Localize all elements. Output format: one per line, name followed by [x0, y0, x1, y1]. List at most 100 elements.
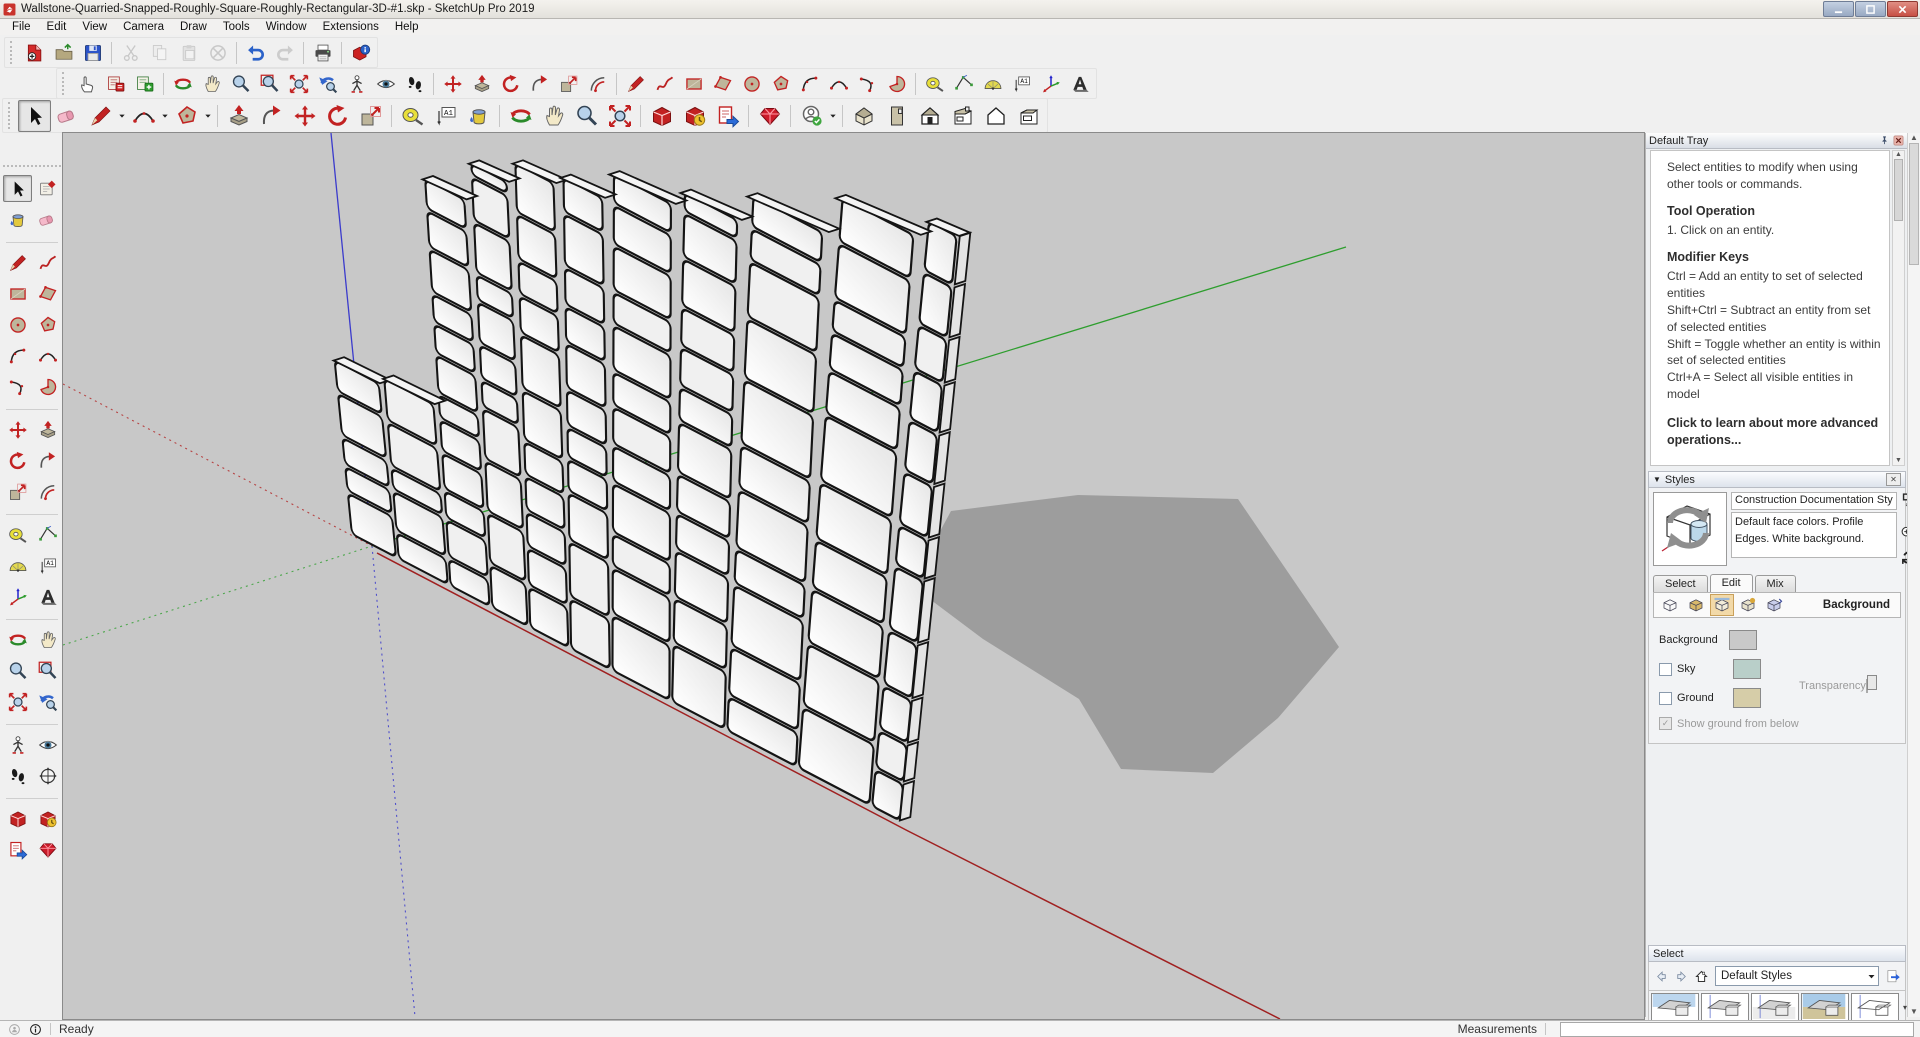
modeling-settings-button[interactable] [1762, 594, 1786, 616]
orbit-tool-button[interactable] [168, 70, 197, 97]
follow-me-tool-button[interactable] [255, 100, 288, 132]
axes-tool-button[interactable] [3, 583, 32, 610]
new-tool-button[interactable] [20, 39, 49, 66]
eraser-tool-button[interactable] [51, 100, 84, 132]
zoom-window-tool-button[interactable] [33, 657, 62, 684]
2-point-arc-dropdown-arrow[interactable] [160, 112, 170, 120]
close-button[interactable] [1887, 1, 1918, 17]
pie-tool-button[interactable] [33, 373, 62, 400]
position-camera-tool-button[interactable] [3, 731, 32, 758]
look-around-tool-button[interactable] [33, 731, 62, 758]
line-tool-button[interactable] [3, 249, 32, 276]
zoom-window-tool-button[interactable] [255, 70, 284, 97]
tab-select[interactable]: Select [1653, 575, 1708, 592]
protractor-tool-button[interactable] [978, 70, 1007, 97]
extension-warehouse-tool-button[interactable] [33, 836, 62, 863]
text-tool-button[interactable]: A1 [33, 552, 62, 579]
dimension-tool-button[interactable] [949, 70, 978, 97]
view-iso-tool-button[interactable] [847, 100, 880, 132]
show-ground-checkbox[interactable]: ✓ [1659, 717, 1672, 730]
forward-arrow-icon[interactable] [1671, 967, 1691, 985]
rectangle-tool-button[interactable] [679, 70, 708, 97]
shapes-dropdown-arrow[interactable] [203, 112, 213, 120]
circle-tool-button[interactable] [3, 311, 32, 338]
menu-tools[interactable]: Tools [215, 20, 258, 34]
sky-checkbox[interactable] [1659, 663, 1672, 676]
style-preview-thumbnail[interactable] [1653, 492, 1727, 566]
style-name-field[interactable]: Construction Documentation Sty [1731, 492, 1897, 510]
3d-text-tool-button[interactable] [1065, 70, 1094, 97]
select-tool-button[interactable] [3, 175, 32, 202]
share-model-tool-button[interactable] [678, 100, 711, 132]
style-thumbnail-2[interactable] [1701, 993, 1749, 1022]
background-color-swatch[interactable] [1729, 630, 1757, 650]
polygon-tool-button[interactable] [33, 311, 62, 338]
model-info-tool-button[interactable] [346, 39, 375, 66]
ground-color-swatch[interactable] [1733, 688, 1761, 708]
style-thumbnail-3[interactable] [1751, 993, 1799, 1022]
instructor-learn-more-link[interactable]: Click to learn about more advanced opera… [1667, 415, 1883, 450]
3-point-arc-tool-button[interactable] [853, 70, 882, 97]
sky-color-swatch[interactable] [1733, 659, 1761, 679]
zoom-tool-button[interactable] [226, 70, 255, 97]
share-component-tool-button[interactable] [3, 836, 32, 863]
follow-me-tool-button[interactable] [525, 70, 554, 97]
offset-tool-button[interactable] [33, 478, 62, 505]
erase-tool-button[interactable] [203, 39, 232, 66]
minimize-button[interactable] [1823, 1, 1854, 17]
back-arrow-icon[interactable] [1651, 967, 1671, 985]
protractor-tool-button[interactable] [3, 552, 32, 579]
style-thumbnail-5[interactable] [1851, 993, 1899, 1022]
walk-tool-button[interactable] [3, 762, 32, 789]
3d-warehouse-tool-button[interactable] [645, 100, 678, 132]
paste-tool-button[interactable] [174, 39, 203, 66]
cut-tool-button[interactable] [116, 39, 145, 66]
eraser-tool-button[interactable] [33, 206, 62, 233]
zoom-tool-button[interactable] [3, 657, 32, 684]
style-thumbnail-1[interactable] [1651, 993, 1699, 1022]
geolocation-status-icon[interactable] [8, 1023, 21, 1036]
2-point-arc-tool-button[interactable] [33, 342, 62, 369]
select-tool-button[interactable] [18, 100, 51, 132]
transparency-slider[interactable] [1866, 679, 1868, 693]
2-point-arc-tool-button[interactable] [127, 100, 160, 132]
scale-tool-button[interactable] [3, 478, 32, 505]
follow-me-tool-button[interactable] [33, 447, 62, 474]
push-pull-tool-button[interactable] [467, 70, 496, 97]
text-tool-button[interactable]: A1 [1007, 70, 1036, 97]
3-point-arc-tool-button[interactable] [3, 373, 32, 400]
transparency-slider-thumb[interactable] [1867, 675, 1877, 690]
rotated-rectangle-tool-button[interactable] [708, 70, 737, 97]
measurements-input[interactable] [1560, 1022, 1914, 1037]
save-tool-button[interactable] [78, 39, 107, 66]
tape-measure-tool-button[interactable] [3, 521, 32, 548]
ground-checkbox[interactable] [1659, 692, 1672, 705]
rotated-rectangle-tool-button[interactable] [33, 280, 62, 307]
details-icon[interactable] [1883, 967, 1903, 985]
home-icon[interactable] [1691, 967, 1711, 985]
extension-warehouse-tool-button[interactable] [753, 100, 786, 132]
toolbar-grab-handle[interactable] [62, 72, 69, 95]
maximize-button[interactable] [1855, 1, 1886, 17]
offset-tool-button[interactable] [583, 70, 612, 97]
freehand-tool-button[interactable] [33, 249, 62, 276]
pin-icon[interactable] [1879, 135, 1890, 146]
freehand-tool-button[interactable] [650, 70, 679, 97]
component-attributes-tool-button[interactable] [130, 70, 159, 97]
arc-tool-button[interactable] [795, 70, 824, 97]
tab-edit[interactable]: Edit [1710, 574, 1753, 592]
rotate-tool-button[interactable] [496, 70, 525, 97]
menu-file[interactable]: File [4, 20, 39, 34]
zoom-tool-button[interactable] [570, 100, 603, 132]
pie-tool-button[interactable] [882, 70, 911, 97]
line-tool-button[interactable] [84, 100, 117, 132]
text-tool-button[interactable]: A1 [429, 100, 462, 132]
menu-camera[interactable]: Camera [115, 20, 172, 34]
styles-collection-dropdown[interactable]: Default Styles [1715, 966, 1879, 986]
axes-tool-button[interactable] [1036, 70, 1065, 97]
walk-tool-button[interactable] [400, 70, 429, 97]
view-back-tool-button[interactable] [979, 100, 1012, 132]
tray-scrollbar[interactable]: ▲▼ [1907, 133, 1920, 1017]
polygon-tool-button[interactable] [766, 70, 795, 97]
menu-draw[interactable]: Draw [172, 20, 215, 34]
